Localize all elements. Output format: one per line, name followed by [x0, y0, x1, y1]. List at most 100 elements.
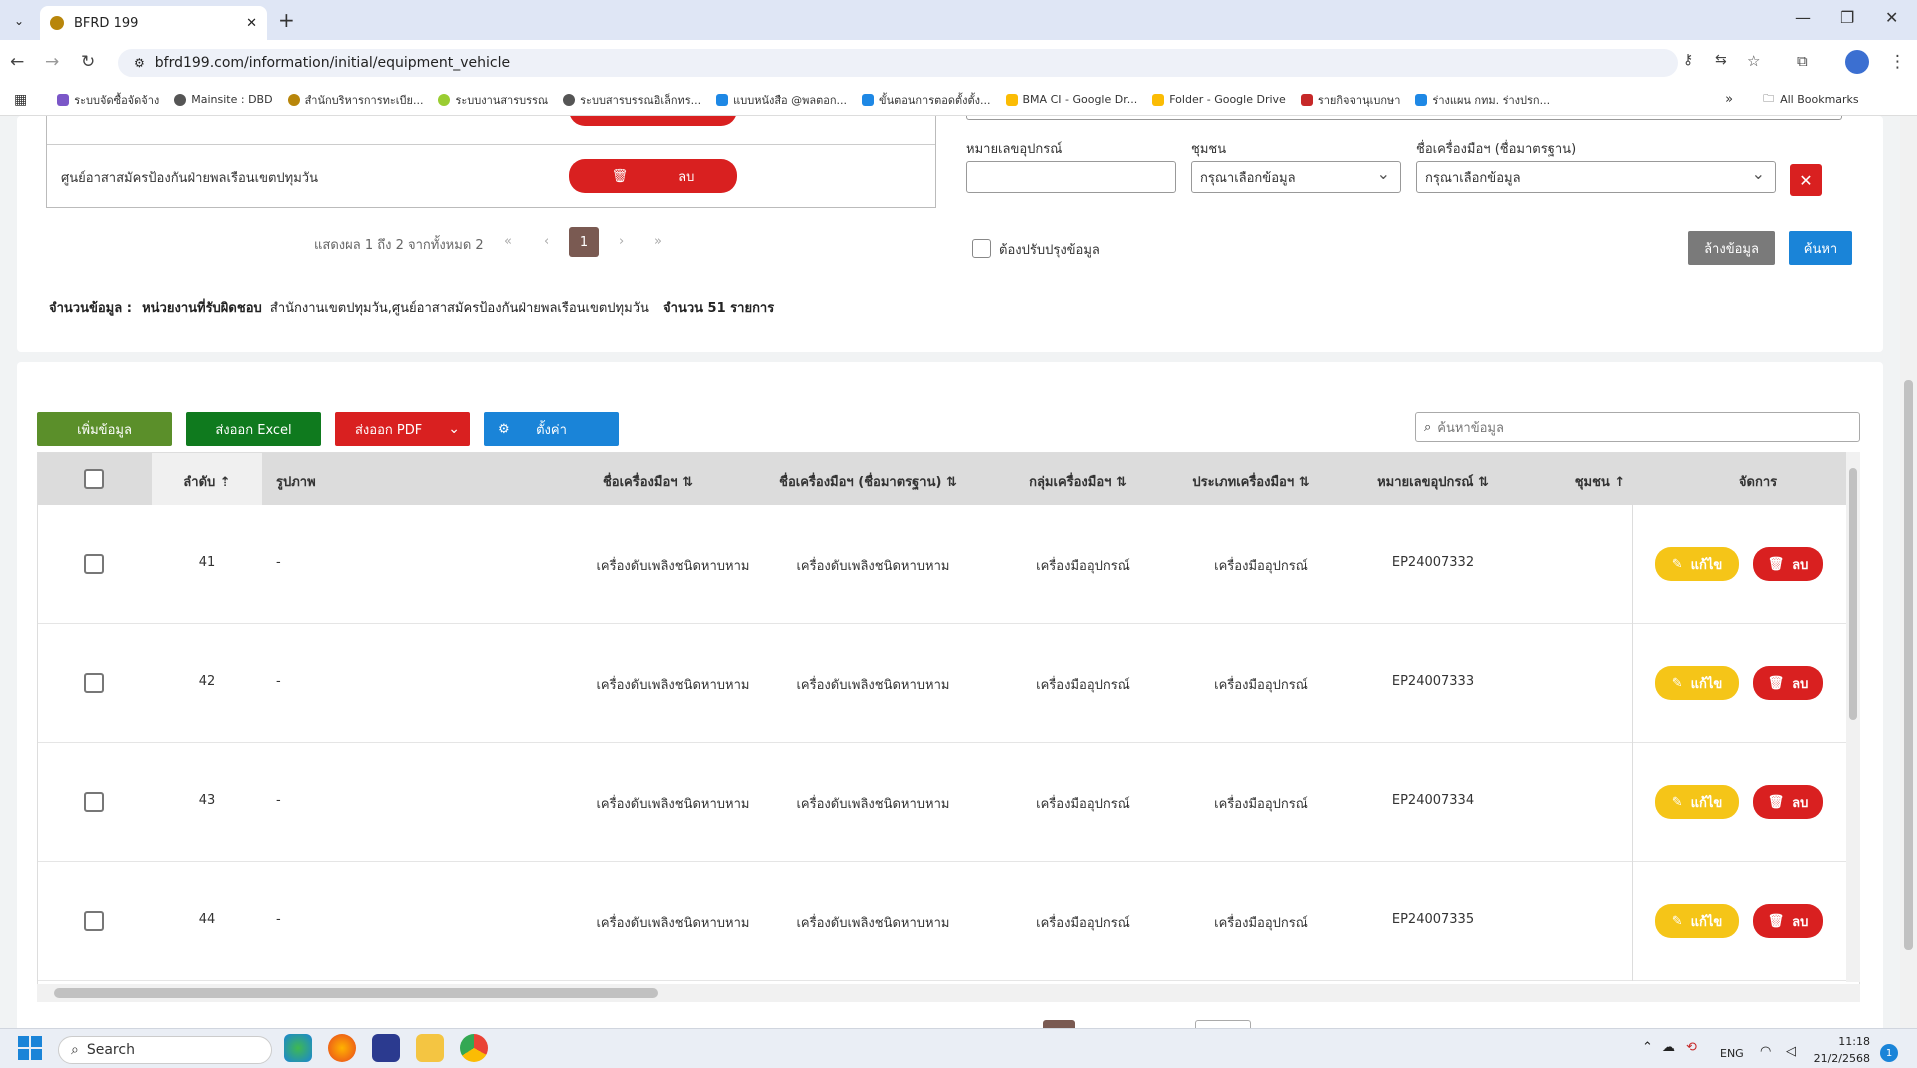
filter-input-partial[interactable]: [966, 116, 1842, 120]
bookmark-item[interactable]: รายกิจจานุเบกษา: [1300, 91, 1400, 109]
translate-icon[interactable]: ⇆: [1715, 52, 1727, 68]
chevron-down-icon[interactable]: ⌄: [448, 421, 460, 437]
bookmark-item[interactable]: แบบหนังสือ @พลตอก...: [716, 91, 847, 109]
export-excel-button[interactable]: ส่งออก Excel: [186, 412, 321, 446]
bookmark-item[interactable]: BMA CI - Google Dr...: [1005, 93, 1137, 106]
notification-badge[interactable]: 1: [1880, 1044, 1898, 1062]
pager-current-page-partial[interactable]: [1043, 1020, 1075, 1028]
delete-button[interactable]: 🗑 ลบ: [1753, 666, 1823, 700]
table-search-input[interactable]: ⌕ ค้นหาข้อมูล: [1415, 412, 1860, 442]
notification-app-icon[interactable]: ⟲: [1686, 1040, 1697, 1055]
delete-button[interactable]: 🗑 ลบ: [1753, 547, 1823, 581]
edit-button[interactable]: ✎ แก้ไข: [1655, 547, 1739, 581]
extensions-icon[interactable]: ⧉: [1797, 52, 1808, 70]
clear-filter-x-button[interactable]: ✕: [1790, 164, 1822, 196]
edit-button[interactable]: ✎ แก้ไข: [1655, 666, 1739, 700]
delete-unit-button[interactable]: 🗑 ลบ: [569, 159, 737, 193]
community-select[interactable]: กรุณาเลือกข้อมูล: [1191, 161, 1401, 193]
bookmark-item[interactable]: ขั้นตอนการตอดตั้งตั้ง...: [862, 91, 991, 109]
windows-start-icon[interactable]: [18, 1036, 42, 1060]
browser-menu-icon[interactable]: ⋮: [1889, 52, 1906, 72]
clear-data-button[interactable]: ล้างข้อมูล: [1688, 231, 1775, 265]
back-icon[interactable]: ←: [10, 52, 24, 72]
bookmark-item[interactable]: Folder - Google Drive: [1152, 93, 1286, 106]
select-all-checkbox[interactable]: [84, 469, 104, 489]
pager-next-icon[interactable]: ›: [619, 234, 624, 249]
cell-tool-name: เครื่องดับเพลิงชนิดหาบหาม: [596, 797, 750, 812]
pager-last-icon[interactable]: »: [654, 234, 662, 249]
settings-button[interactable]: ⚙ ตั้งค่า: [484, 412, 619, 446]
row-checkbox[interactable]: [84, 554, 104, 574]
bookmark-item[interactable]: ระบบสารบรรณอิเล็กทร...: [563, 91, 701, 109]
sort-icon: ⇅: [1477, 475, 1489, 490]
app-icon[interactable]: [372, 1034, 400, 1062]
table-vertical-scroll-thumb[interactable]: [1849, 468, 1857, 720]
reload-icon[interactable]: ↻: [81, 52, 95, 72]
tab-search-icon[interactable]: ⌄: [8, 10, 30, 32]
close-window-icon[interactable]: ✕: [1885, 8, 1898, 27]
search-button[interactable]: ค้นหา: [1789, 231, 1852, 265]
pager-first-icon[interactable]: «: [504, 234, 512, 249]
more-bookmarks-icon[interactable]: »: [1725, 92, 1733, 107]
row-checkbox[interactable]: [84, 792, 104, 812]
file-explorer-icon[interactable]: [416, 1034, 444, 1062]
profile-avatar[interactable]: [1845, 50, 1869, 74]
needs-update-checkbox[interactable]: [972, 239, 991, 258]
header-tool-group[interactable]: กลุ่มเครื่องมือฯ ⇅: [1003, 471, 1153, 492]
header-tool-type[interactable]: ประเภทเครื่องมือฯ ⇅: [1166, 471, 1336, 492]
header-tool-std[interactable]: ชื่อเครื่องมือฯ (ชื่อมาตรฐาน) ⇅: [748, 471, 988, 492]
firefox-icon[interactable]: [328, 1034, 356, 1062]
bookmark-item[interactable]: ระบบจัดซื้อจัดจ้าง: [57, 91, 159, 109]
page-scroll-thumb[interactable]: [1904, 380, 1913, 950]
row-checkbox[interactable]: [84, 673, 104, 693]
forward-icon[interactable]: →: [45, 52, 59, 72]
header-community[interactable]: ชุมชน ↑: [1550, 471, 1650, 492]
page-content: ศูนย์อาสาสมัครป้องกันฝ่ายพลเรือนเขตปทุมว…: [0, 116, 1900, 1028]
chrome-icon[interactable]: [460, 1034, 488, 1062]
pager-prev-icon[interactable]: ‹: [544, 234, 549, 249]
row-checkbox[interactable]: [84, 911, 104, 931]
copilot-icon[interactable]: [284, 1034, 312, 1062]
export-pdf-button[interactable]: ส่งออก PDF ⌄: [335, 412, 470, 446]
site-info-icon[interactable]: ⚙: [134, 56, 145, 70]
bookmark-star-icon[interactable]: ☆: [1747, 52, 1760, 70]
table-horizontal-scroll-thumb[interactable]: [54, 988, 658, 998]
volume-icon[interactable]: ◁: [1786, 1044, 1796, 1059]
edit-button[interactable]: ✎ แก้ไข: [1655, 904, 1739, 938]
header-equip-no[interactable]: หมายเลขอุปกรณ์ ⇅: [1348, 471, 1518, 492]
browser-tab[interactable]: BFRD 199 ✕: [40, 6, 267, 40]
add-data-button[interactable]: เพิ่มข้อมูล: [37, 412, 172, 446]
delete-button-partial[interactable]: [569, 116, 737, 126]
pager-current-page[interactable]: 1: [569, 227, 599, 257]
wifi-icon[interactable]: ◠: [1760, 1044, 1771, 1059]
equipment-no-input[interactable]: [966, 161, 1176, 193]
taskbar-search[interactable]: ⌕ Search: [58, 1036, 272, 1064]
all-bookmarks-folder[interactable]: 🗀 All Bookmarks: [1763, 90, 1859, 109]
header-tool-name[interactable]: ชื่อเครื่องมือฯ ⇅: [578, 471, 718, 492]
cell-order: 43: [198, 793, 216, 808]
cell-tool-std: เครื่องดับเพลิงชนิดหาบหาม: [796, 916, 950, 931]
bookmark-item[interactable]: Mainsite : DBD: [174, 93, 273, 106]
close-tab-icon[interactable]: ✕: [246, 16, 257, 31]
minimize-icon[interactable]: —: [1795, 8, 1811, 27]
new-tab-icon[interactable]: +: [278, 8, 295, 32]
network-sync-icon[interactable]: ☁: [1662, 1040, 1675, 1055]
url-input[interactable]: ⚙ bfrd199.com/information/initial/equipm…: [118, 49, 1678, 77]
apps-grid-icon[interactable]: ▦: [14, 92, 27, 108]
restore-icon[interactable]: ❐: [1840, 8, 1854, 27]
bookmark-item[interactable]: สำนักบริหารการทะเบีย...: [287, 91, 423, 109]
language-indicator[interactable]: ENG: [1720, 1047, 1744, 1060]
edit-button[interactable]: ✎ แก้ไข: [1655, 785, 1739, 819]
page-size-select-partial[interactable]: [1195, 1020, 1251, 1028]
clock-date[interactable]: 21/2/2568: [1810, 1052, 1870, 1065]
sort-icon: ⇅: [1116, 475, 1127, 490]
password-key-icon[interactable]: ⚷: [1683, 52, 1693, 68]
bookmark-item[interactable]: ร่างแผน กทม. ร่างปรก...: [1415, 91, 1550, 109]
tool-name-select[interactable]: กรุณาเลือกข้อมูล: [1416, 161, 1776, 193]
header-order[interactable]: ลำดับ ⇡: [152, 471, 262, 492]
bookmark-item[interactable]: ระบบงานสารบรรณ: [438, 91, 548, 109]
chevron-up-icon[interactable]: ⌃: [1642, 1040, 1653, 1055]
delete-button[interactable]: 🗑 ลบ: [1753, 785, 1823, 819]
clock-time[interactable]: 11:18: [1810, 1035, 1870, 1048]
delete-button[interactable]: 🗑 ลบ: [1753, 904, 1823, 938]
